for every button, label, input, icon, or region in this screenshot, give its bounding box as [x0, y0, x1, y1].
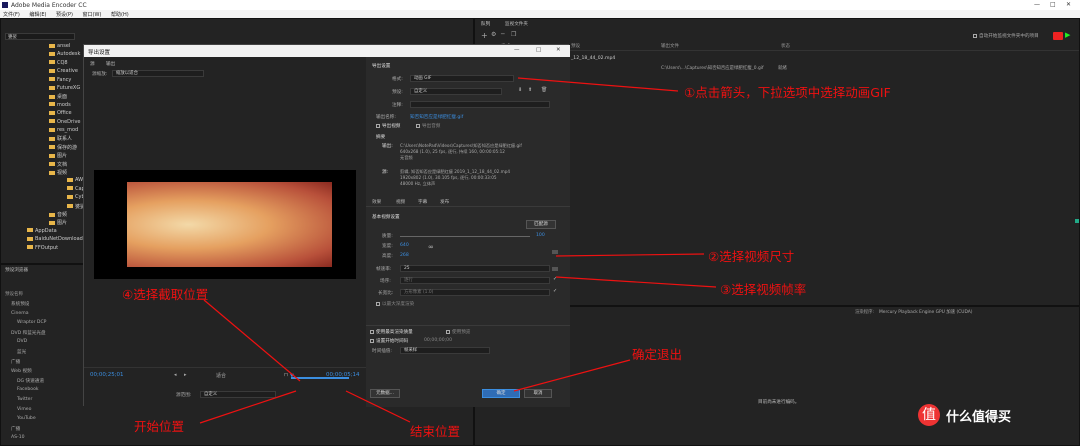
annotation-framerate: ③选择视频帧率	[720, 282, 807, 297]
watermark-logo: 值	[918, 404, 940, 426]
watermark-text: 什么值得买	[946, 410, 1012, 425]
arrow-end	[345, 390, 411, 423]
annotation-video-size: ②选择视频尺寸	[708, 249, 795, 264]
annotation-end: 结束位置	[410, 424, 461, 439]
annotation-select-gif: ①点击箭头，下拉选项中选择动画GIF	[684, 85, 891, 100]
arrow-format	[517, 77, 679, 92]
annotation-range: ④选择截取位置	[122, 287, 209, 302]
arrow-range	[203, 299, 301, 382]
arrow-framerate	[555, 276, 717, 288]
arrow-confirm	[513, 359, 631, 392]
annotation-start: 开始位置	[134, 419, 185, 434]
annotation-arrows	[199, 77, 717, 424]
annotation-confirm: 确定退出	[632, 347, 683, 362]
arrow-start	[199, 390, 297, 424]
arrow-size	[555, 253, 705, 257]
